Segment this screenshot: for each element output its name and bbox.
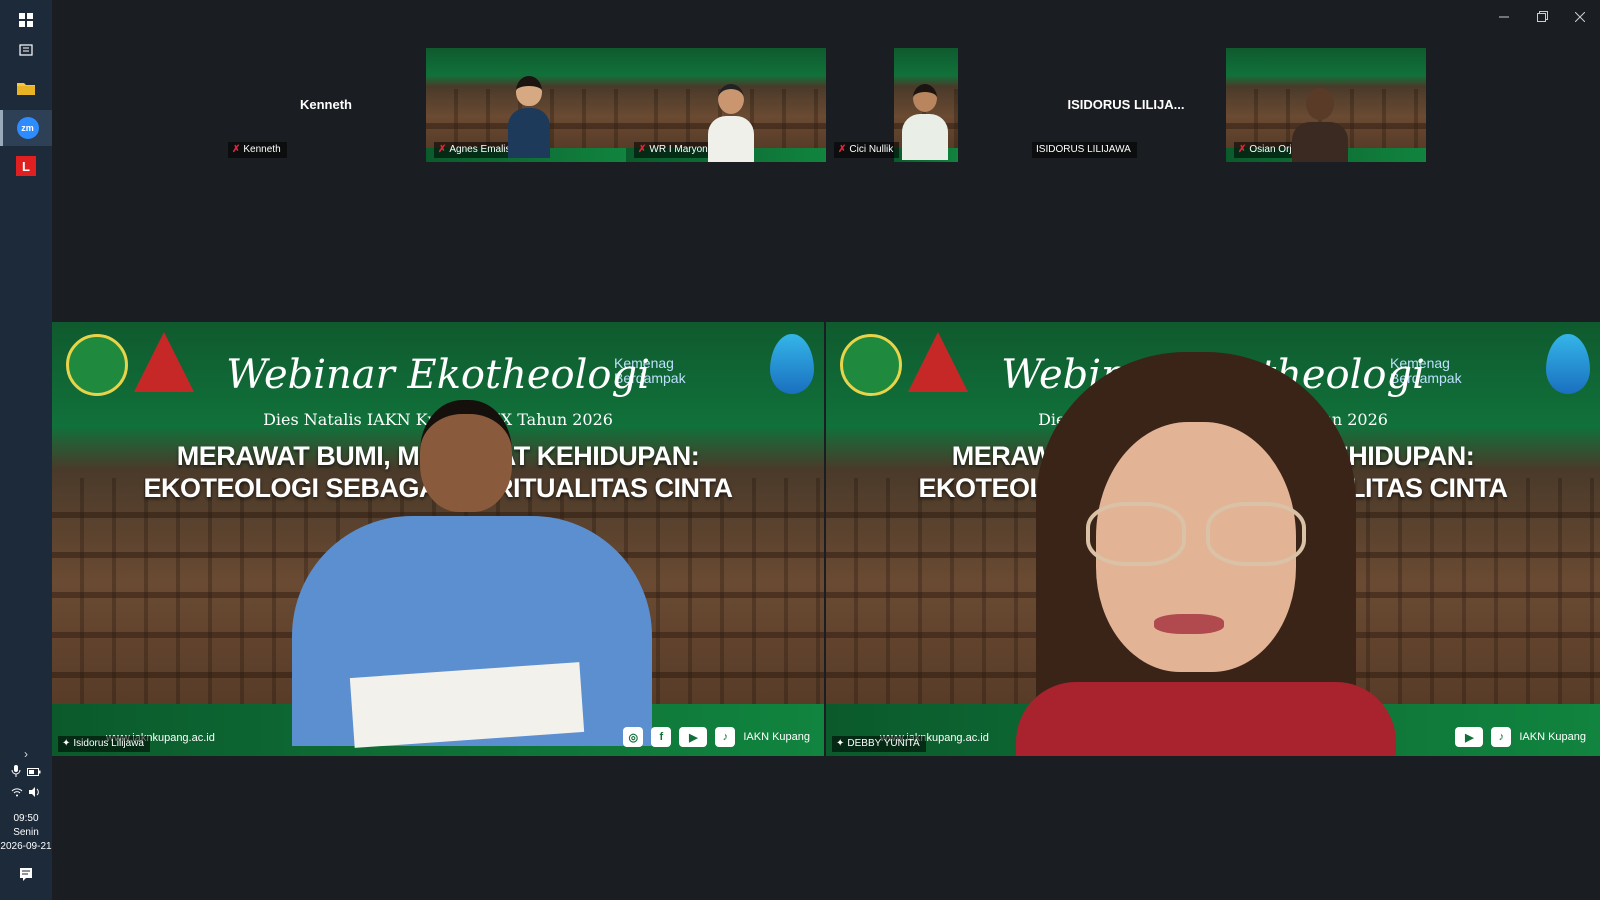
restore-button[interactable] [1524,8,1560,28]
participant-video [708,84,754,162]
speaker-name-label: ✦ Isidorus Lilijawa [58,736,150,752]
muted-mic-icon: ✗ [638,144,647,155]
system-clock[interactable]: 09:50 Senin 2026-09-21 [0,812,52,854]
speaker-video [292,400,652,756]
red-l-app-icon: L [16,156,36,176]
speaker-video-pane[interactable]: Kemenag Berdampak Webinar Ekotheologi Di… [52,322,824,756]
youtube-icon: ▶ [679,727,708,747]
speaker-name: DEBBY YUNITA [847,738,920,749]
chevron-right-icon: › [24,747,28,761]
close-button[interactable] [1562,8,1598,28]
zoom-app-label: zm [16,117,39,139]
taskbar: zm L › 09:50 Senin 2026-09-21 [0,0,52,900]
tray-row-1 [0,764,52,782]
red-l-app-label: L [16,156,36,176]
instagram-icon: ◎ [623,727,644,747]
youtube-icon: ▶ [1455,727,1484,747]
muted-mic-icon: ✗ [438,144,447,155]
muted-mic-icon: ✗ [1238,144,1247,155]
participant-display-name: ISIDORUS LILIJA... [1067,97,1185,112]
banner-handle: IAKN Kupang [743,731,810,743]
notification-icon [19,867,33,886]
volume-icon[interactable] [29,784,41,802]
gallery-tile[interactable]: ✗ Osian Orjumi Moru [1226,48,1426,162]
restore-icon [1536,9,1548,27]
gallery-tile[interactable]: Kenneth ✗ Kenneth [226,48,426,162]
participant-name: Agnes Emalisa [449,144,517,155]
gallery-tile[interactable]: ✗ Agnes Emalisa [426,48,626,162]
task-view-icon [19,43,33,57]
participant-video [508,76,550,162]
facebook-icon: f [651,727,672,747]
speaker-name: Isidorus Lilijawa [73,738,144,749]
windows-start-icon [19,13,33,27]
banner-handle: IAKN Kupang [1519,731,1586,743]
participant-name: Kenneth [243,144,281,155]
participant-name-label: ✗ Cici Nullik [834,142,900,158]
speaker-name-label: ✦ DEBBY YUNITA [832,736,926,752]
participant-name-label: ✗ Kenneth [228,142,287,158]
muted-mic-icon: ✗ [838,144,847,155]
gallery-tile[interactable]: ✗ WR I Maryon Dan [626,48,826,162]
speaker-video [1016,352,1396,756]
task-view-button[interactable] [0,32,52,68]
banner-title: Webinar Ekotheologi [226,352,650,398]
minimize-icon [1499,9,1509,27]
muted-mic-icon: ✗ [232,144,241,155]
pin-icon: ✦ [62,738,71,749]
participant-name-label: ISIDORUS LILIJAWA [1032,142,1137,158]
notification-center-button[interactable] [0,858,52,894]
zoom-meeting-window: zm L › 09:50 Senin 2026-09-21 Kenneth ✗ … [0,0,1600,900]
participant-video [1292,88,1348,162]
participant-name: Cici Nullik [849,144,894,155]
tray-row-2 [0,784,52,802]
red-l-app-button[interactable]: L [0,148,52,184]
microphone-icon[interactable] [11,764,21,782]
tiktok-icon: ♪ [1491,727,1512,747]
close-icon [1574,9,1586,27]
zoom-app-button[interactable]: zm [0,110,52,146]
file-explorer-button[interactable] [0,70,52,106]
banner-social-links: ▶ ♪ IAKN Kupang [1455,727,1586,747]
clock-date: 2026-09-21 [0,841,52,852]
show-hidden-icons-button[interactable]: › [0,744,52,764]
battery-icon[interactable] [27,764,41,782]
gallery-strip: Kenneth ✗ Kenneth ✗ Agnes Emalisa ✗ WR I… [226,48,1426,162]
pin-icon: ✦ [836,738,845,749]
participant-name: ISIDORUS LILIJAWA [1036,144,1131,155]
tiktok-icon: ♪ [715,727,736,747]
gallery-tile[interactable]: ✗ Cici Nullik [826,48,1026,162]
wifi-icon[interactable] [11,784,23,802]
minimize-button[interactable] [1486,8,1522,28]
active-speaker-video-pane[interactable]: Kemenag Berdampak Webinar Ekotheologi Di… [826,322,1600,756]
clock-day: Senin [13,827,39,838]
gallery-tile[interactable]: ISIDORUS LILIJA... ISIDORUS LILIJAWA [1026,48,1226,162]
zoom-app-icon: zm [16,117,39,139]
participant-display-name: Kenneth [300,97,352,112]
banner-social-links: ◎ f ▶ ♪ IAKN Kupang [623,727,810,747]
video-feed [894,48,958,162]
clock-time: 09:50 [13,813,39,824]
file-explorer-icon [17,81,35,95]
